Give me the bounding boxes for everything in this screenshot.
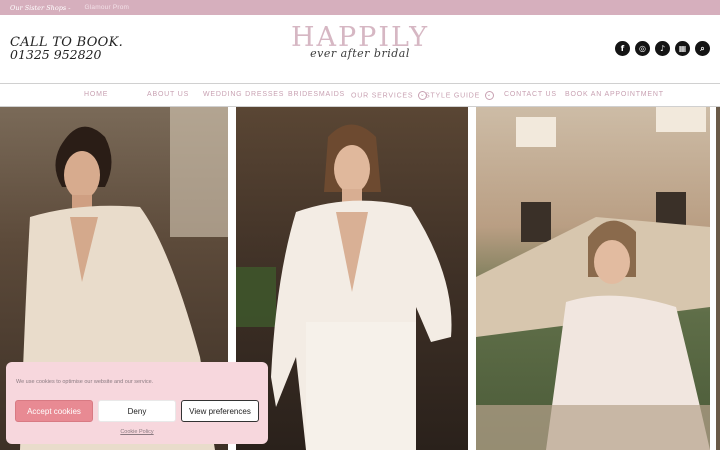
cookie-banner: We use cookies to optimise our website a… [6,362,268,444]
gallery-photo-2[interactable] [236,107,468,450]
phone-number[interactable]: 01325 952820 [10,48,123,61]
site-header: CALL TO BOOK. 01325 952820 HAPPILY ever … [0,15,720,83]
call-to-book[interactable]: CALL TO BOOK. 01325 952820 [10,36,123,61]
instagram-icon[interactable]: ◎ [635,41,650,56]
nav-book-appointment[interactable]: BOOK AN APPOINTMENT [565,91,664,98]
nav-wedding-dresses[interactable]: WEDDING DRESSES [203,91,284,98]
nav-home[interactable]: HOME [84,91,108,98]
top-bar: Our Sister Shops - Glamour Prom [0,0,720,15]
nav-bridesmaids[interactable]: BRIDESMAIDS [288,91,345,98]
cookie-message: We use cookies to optimise our website a… [16,379,154,385]
nav-style-guide[interactable]: STYLE GUIDE ⌄ [425,91,496,100]
sister-shops-label: Our Sister Shops - [10,3,71,12]
nav-contact-us[interactable]: CONTACT US [504,91,557,98]
glamour-prom-link[interactable]: Glamour Prom [85,4,130,11]
gallery-photo-4-partial[interactable] [716,107,720,450]
nav-style-guide-label: STYLE GUIDE [425,92,481,100]
page: Our Sister Shops - Glamour Prom CALL TO … [0,0,720,450]
search-icon[interactable]: ⌕ [695,41,710,56]
cookie-policy-link[interactable]: Cookie Policy [6,429,268,435]
gallery-photo-3[interactable] [476,107,710,450]
nav-our-services-label: OUR SERVICES [351,92,414,100]
facebook-icon[interactable]: f [615,41,630,56]
bride-photo-2-illustration [236,124,452,450]
site-logo[interactable]: HAPPILY ever after bridal [280,23,440,75]
bride-photo-3-illustration [476,107,710,450]
main-nav: HOME ABOUT US WEDDING DRESSES BRIDESMAID… [0,83,720,107]
style-guide-chevron-down-icon[interactable]: ⌄ [484,91,494,100]
social-icons: f ◎ ♪ ▦ ⌕ [615,41,710,56]
nav-about-us[interactable]: ABOUT US [147,91,189,98]
nav-our-services[interactable]: OUR SERVICES ⌄ [351,91,429,100]
accept-cookies-button[interactable]: Accept cookies [15,400,93,422]
view-preferences-button[interactable]: View preferences [181,400,259,422]
deny-cookies-button[interactable]: Deny [98,400,176,422]
tiktok-icon[interactable]: ♪ [655,41,670,56]
calendar-icon[interactable]: ▦ [675,41,690,56]
